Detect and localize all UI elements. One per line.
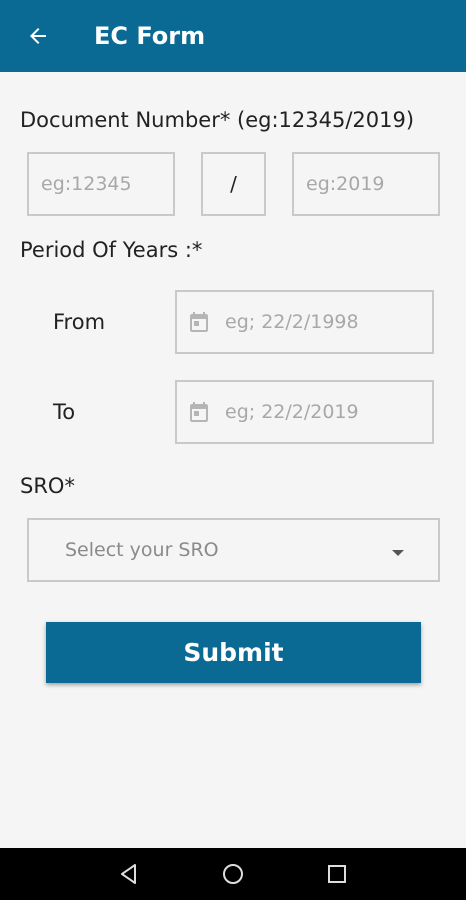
separator-box: / [201, 152, 266, 216]
document-year-placeholder: eg:2019 [306, 173, 385, 195]
back-triangle-icon[interactable] [117, 862, 141, 886]
home-circle-icon[interactable] [221, 862, 245, 886]
from-date-placeholder: eg; 22/2/1998 [225, 311, 359, 333]
from-label: From [53, 310, 106, 334]
back-button[interactable] [18, 16, 58, 56]
sro-placeholder: Select your SRO [65, 539, 219, 561]
recents-square-icon[interactable] [325, 862, 349, 886]
to-date-input[interactable]: eg; 22/2/2019 [175, 380, 434, 444]
document-number-label: Document Number* (eg:12345/2019) [20, 108, 415, 132]
app-bar: EC Form [0, 0, 466, 72]
calendar-icon [187, 310, 211, 334]
arrow-left-icon [30, 28, 46, 44]
document-number-input[interactable]: eg:12345 [27, 152, 175, 216]
to-date-placeholder: eg; 22/2/2019 [225, 401, 359, 423]
document-year-input[interactable]: eg:2019 [292, 152, 440, 216]
to-label: To [53, 400, 76, 424]
document-number-placeholder: eg:12345 [41, 173, 132, 195]
period-label: Period Of Years :* [20, 238, 203, 262]
submit-button[interactable]: Submit [46, 622, 421, 683]
calendar-icon [187, 400, 211, 424]
from-date-input[interactable]: eg; 22/2/1998 [175, 290, 434, 354]
system-nav-bar [0, 848, 466, 900]
separator-text: / [230, 172, 237, 196]
page-title: EC Form [94, 22, 206, 50]
dropdown-arrow-icon [392, 550, 404, 556]
sro-label: SRO* [20, 474, 75, 498]
sro-select[interactable]: Select your SRO [27, 518, 440, 582]
